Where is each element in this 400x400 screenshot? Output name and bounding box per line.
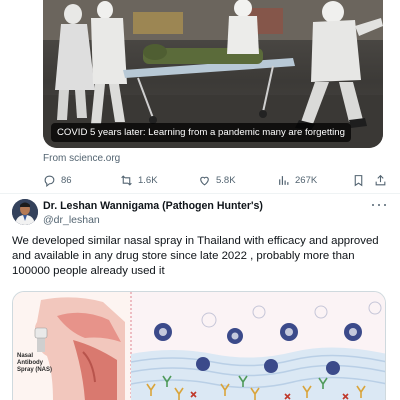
reply-count: 86 [61,174,72,186]
bookmark-button[interactable] [352,171,365,189]
profile-photo [12,199,38,225]
reply-icon [44,175,55,187]
reply-button[interactable]: 86 [43,171,72,189]
card-source-link[interactable]: From science.org [43,153,120,164]
repost-count: 1.6K [138,174,158,186]
news-card-caption: COVID 5 years later: Learning from a pan… [51,123,351,142]
repost-icon [121,174,132,186]
like-count: 5.8K [216,174,236,186]
tweet-media-image[interactable]: Nasal Antibody Spray (NAS) [12,291,386,400]
nasal-spray-illustration [13,292,385,400]
more-dot [383,203,386,207]
more-dot [372,203,375,207]
like-button[interactable]: 5.8K [198,171,236,189]
share-button[interactable] [374,171,387,189]
tweet-text: We developed similar nasal spray in Thai… [12,235,379,277]
display-name[interactable]: Dr. Leshan Wannigama (Pathogen Hunter's) [43,200,263,212]
views-button[interactable]: 267K [277,171,317,189]
views-count: 267K [295,174,318,186]
bookmark-icon [354,174,363,186]
views-icon [279,175,289,185]
media-label: Nasal Antibody Spray (NAS) [17,353,53,373]
avatar[interactable] [12,199,38,225]
heart-icon [200,176,209,185]
tweet-divider [0,193,400,194]
tweet-action-bar: 86 1.6K 5.8K 267K [43,171,386,189]
news-card-image[interactable]: COVID 5 years later: Learning from a pan… [43,0,383,148]
more-dot [377,203,381,207]
user-handle[interactable]: @dr_leshan [43,214,100,226]
share-icon [375,174,386,185]
more-icon[interactable] [372,200,386,210]
repost-button[interactable]: 1.6K [120,171,158,189]
